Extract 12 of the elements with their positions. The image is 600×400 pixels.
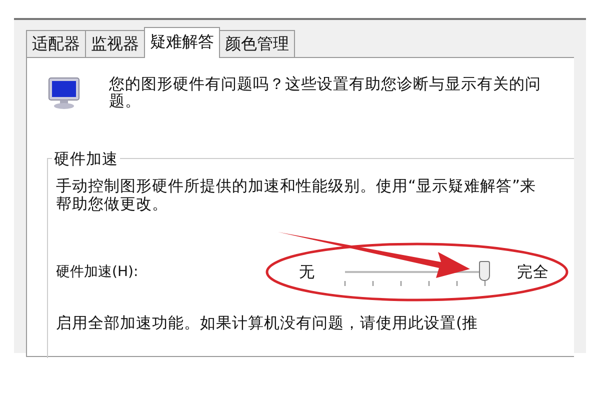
tab[interactable]: 适配器 [26,30,86,58]
slider-thumb[interactable] [479,261,490,281]
monitor-icon [47,76,81,110]
max-label: 完全 [517,262,549,282]
slider-label: 硬件加速(H): [56,263,140,281]
min-label: 无 [299,262,315,282]
tab[interactable]: 疑难解答 [144,27,220,58]
description-text: 手动控制图形硬件所提供的加速和性能级别。使用“显示疑难解答”来帮助您做更改。 [56,177,538,213]
note-text: 启用全部加速功能。如果计算机没有问题，请使用此设置(推 [56,313,480,334]
tab[interactable]: 颜色管理 [219,30,295,58]
tab[interactable]: 监视器 [85,30,145,58]
intro-text: 您的图形硬件有问题吗？这些设置有助您诊断与显示有关的问题。 [109,76,542,110]
